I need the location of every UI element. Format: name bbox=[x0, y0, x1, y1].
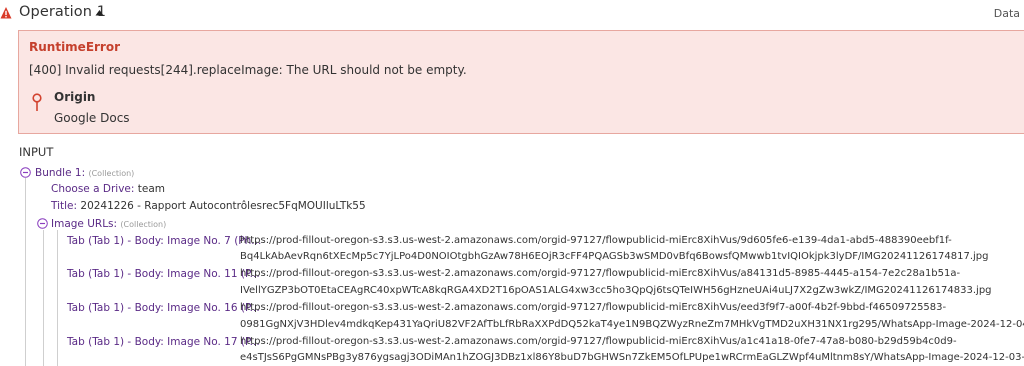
tree-line-bundle bbox=[25, 178, 26, 366]
collapse-minus-icon[interactable] bbox=[37, 218, 48, 229]
image-url-value-line2: e4sTJsS6PgGMNsPBg3y876ygsagj3ODiMAn1hZOG… bbox=[240, 352, 1024, 363]
drive-row: Choose a Drive: team bbox=[51, 183, 165, 195]
image-urls-key: Image URLs: bbox=[51, 218, 118, 230]
bundle-type: (Collection) bbox=[88, 169, 135, 178]
image-url-value-line2: Bq4LkAbAevRqn6tXEcMp5c7YjLPo4D0NOIOtgbhG… bbox=[240, 251, 989, 262]
image-urls-type: (Collection) bbox=[120, 220, 167, 229]
origin-label: Origin bbox=[54, 90, 96, 104]
image-url-value-line1: https://prod-fillout-oregon-s3.s3.us-wes… bbox=[240, 268, 961, 279]
title-row: Title: 20241226 - Rapport Autocontrôlesr… bbox=[51, 200, 366, 212]
caret-up-icon[interactable] bbox=[95, 9, 104, 16]
image-url-item-key: Tab (Tab 1) - Body: Image No. 7 (Ph... bbox=[67, 235, 261, 247]
operation-header: Operation 1 Data bbox=[0, 0, 1024, 28]
operation-panel: Operation 1 Data RuntimeError [400] Inva… bbox=[0, 0, 1024, 366]
image-url-item-key: Tab (Tab 1) - Body: Image No. 16 (P... bbox=[67, 302, 260, 314]
title-key: Title: bbox=[51, 200, 78, 212]
image-url-item-key: Tab (Tab 1) - Body: Image No. 17 (P... bbox=[67, 336, 260, 348]
image-url-item-label: Tab (Tab 1) - Body: Image No. 17 (P... bbox=[67, 336, 260, 348]
image-url-item-label: Tab (Tab 1) - Body: Image No. 11 (P... bbox=[67, 268, 260, 280]
bundle-row[interactable]: Bundle 1: (Collection) bbox=[35, 167, 134, 179]
tree-line-image-urls bbox=[43, 230, 44, 366]
image-url-value-line1: https://prod-fillout-oregon-s3.s3.us-wes… bbox=[240, 302, 947, 313]
error-box: RuntimeError [400] Invalid requests[244]… bbox=[18, 30, 1024, 134]
image-url-item-label: Tab (Tab 1) - Body: Image No. 7 (Ph... bbox=[67, 235, 262, 247]
drive-key: Choose a Drive: bbox=[51, 183, 135, 195]
image-url-value-line1: https://prod-fillout-oregon-s3.s3.us-wes… bbox=[240, 336, 957, 347]
pin-icon bbox=[32, 93, 42, 111]
origin-value: Google Docs bbox=[54, 111, 130, 125]
error-message: [400] Invalid requests[244].replaceImage… bbox=[29, 63, 467, 77]
image-url-item-key: Tab (Tab 1) - Body: Image No. 11 (P... bbox=[67, 268, 260, 280]
input-section-label: INPUT bbox=[19, 145, 54, 159]
operation-title[interactable]: Operation 1 bbox=[19, 4, 106, 20]
drive-value: team bbox=[137, 183, 165, 195]
image-url-value-line2: IVellYGZP3bOT0EtaCEAgRC40xpWTcA8kqRGA4XD… bbox=[240, 285, 992, 296]
image-urls-row[interactable]: Image URLs: (Collection) bbox=[51, 218, 166, 230]
data-link[interactable]: Data bbox=[994, 7, 1020, 20]
image-url-value-line2: 0981GgNXjV3HDlev4mdkqKep431YaQriU82VF2Af… bbox=[240, 319, 1024, 330]
image-url-item-label: Tab (Tab 1) - Body: Image No. 16 (P... bbox=[67, 302, 260, 314]
image-url-value-line1: https://prod-fillout-oregon-s3.s3.us-wes… bbox=[240, 235, 952, 246]
bundle-label: Bundle 1: bbox=[35, 167, 86, 179]
error-type: RuntimeError bbox=[29, 40, 121, 54]
warning-triangle-icon bbox=[0, 7, 12, 19]
tree-line-image-urls-inner bbox=[57, 230, 58, 366]
collapse-minus-icon[interactable] bbox=[20, 167, 31, 178]
title-value: 20241226 - Rapport Autocontrôlesrec5FqMO… bbox=[80, 200, 366, 212]
